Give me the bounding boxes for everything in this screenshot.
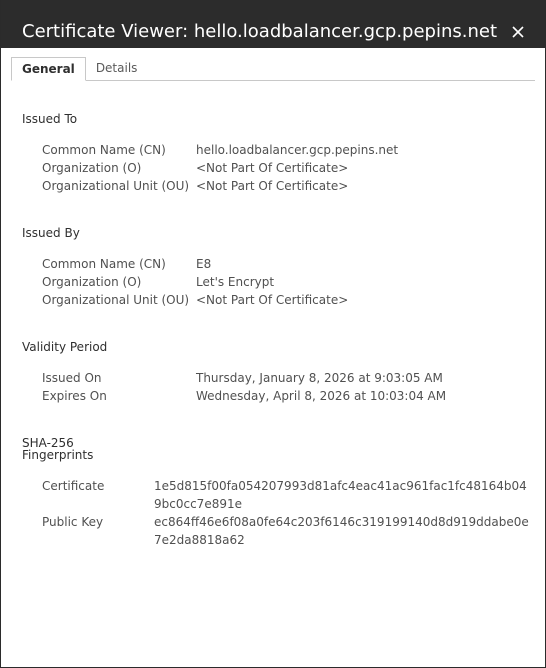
issued-to-ou-label: Organizational Unit (OU) <box>42 179 190 193</box>
expires-on-value: Wednesday, April 8, 2026 at 10:03:04 AM <box>196 389 447 403</box>
issued-to-heading: Issued To <box>22 112 78 126</box>
close-button[interactable] <box>506 20 530 44</box>
fingerprints-heading-line2: Fingerprints <box>22 448 94 462</box>
issued-by-ou-value: <Not Part Of Certificate> <box>196 293 349 307</box>
issued-to-cn-label: Common Name (CN) <box>42 143 166 157</box>
issued-by-heading: Issued By <box>22 226 80 240</box>
issued-to-ou-value: <Not Part Of Certificate> <box>196 179 349 193</box>
public-key-fingerprint-value: ec864ff46e6f08a0fe64c203f6146c319199140d… <box>154 515 529 547</box>
issued-on-value: Thursday, January 8, 2026 at 9:03:05 AM <box>196 371 443 385</box>
close-icon <box>512 26 524 38</box>
validity-heading: Validity Period <box>22 340 108 354</box>
certificate-viewer-window: Certificate Viewer: hello.loadbalancer.g… <box>0 0 546 668</box>
issued-on-label: Issued On <box>42 371 102 385</box>
certificate-fingerprint-label: Certificate <box>42 479 105 493</box>
public-key-fingerprint-label: Public Key <box>42 515 104 529</box>
issued-to-o-value: <Not Part Of Certificate> <box>196 161 349 175</box>
issued-by-ou-label: Organizational Unit (OU) <box>42 293 190 307</box>
issued-by-o-value: Let's Encrypt <box>196 275 275 289</box>
title-bar[interactable]: Certificate Viewer: hello.loadbalancer.g… <box>1 0 545 48</box>
issued-by-o-label: Organization (O) <box>42 275 142 289</box>
expires-on-label: Expires On <box>42 389 107 403</box>
tab-details[interactable]: Details <box>86 57 148 80</box>
issued-by-cn-value: E8 <box>196 257 212 271</box>
issued-to-cn-value: hello.loadbalancer.gcp.pepins.net <box>196 143 399 157</box>
window-title: Certificate Viewer: hello.loadbalancer.g… <box>22 21 498 42</box>
certificate-fingerprint-value: 1e5d815f00fa054207993d81afc4eac41ac961fa… <box>154 479 527 511</box>
tab-general[interactable]: General <box>11 57 86 81</box>
tab-bar: General Details <box>11 57 148 81</box>
tab-bar-divider <box>11 80 535 81</box>
issued-to-o-label: Organization (O) <box>42 161 142 175</box>
issued-by-cn-label: Common Name (CN) <box>42 257 166 271</box>
